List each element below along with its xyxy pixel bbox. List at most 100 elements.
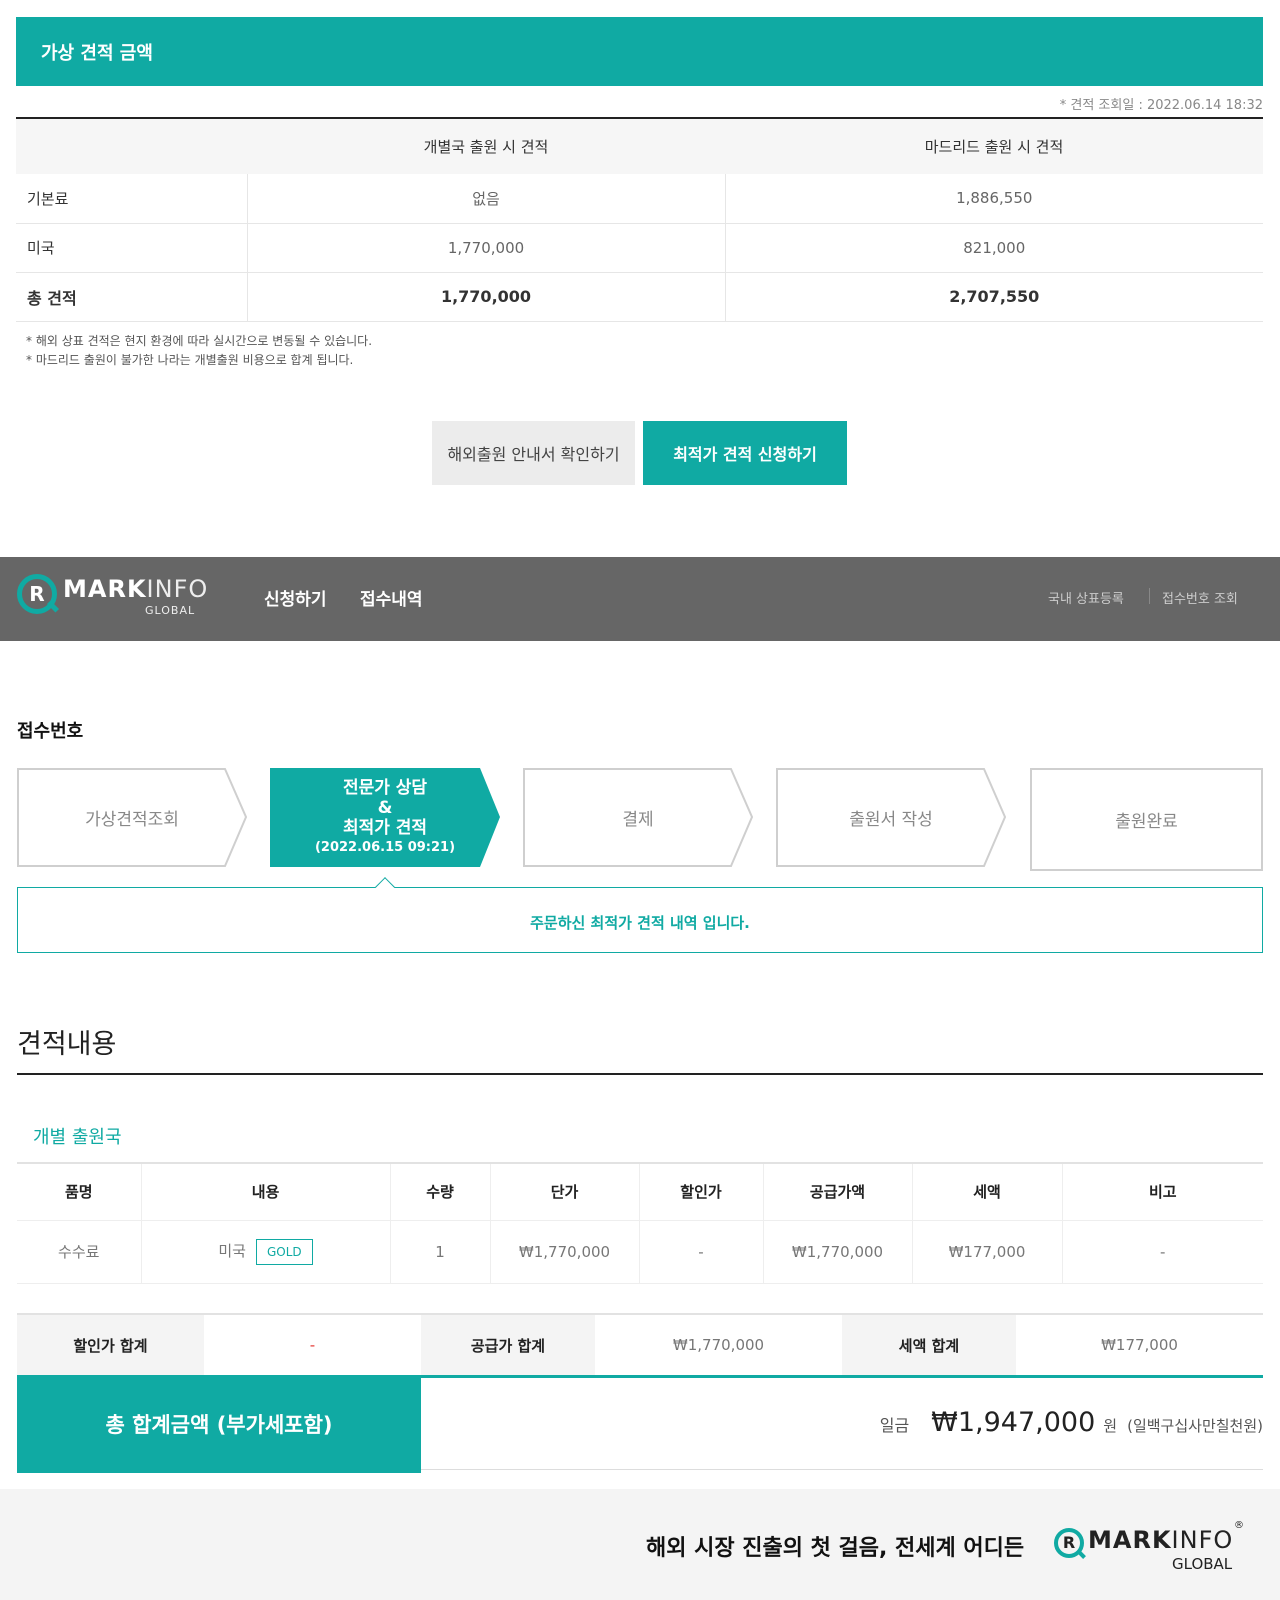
logo-sub: GLOBAL: [145, 604, 196, 617]
col-content: 내용: [141, 1164, 391, 1221]
nav-domestic-registration[interactable]: 국내 상표등록: [1048, 588, 1124, 607]
logo-bold: MARK: [63, 575, 147, 603]
gold-badge: GOLD: [255, 1238, 313, 1265]
registered-icon: ®: [1234, 1520, 1244, 1531]
request-quote-button[interactable]: 최적가 견적 신청하기: [643, 421, 847, 485]
order-message: 주문하신 최적가 견적 내역 입니다.: [530, 914, 750, 932]
step-consultation: 전문가 상담 & 최적가 견적 (2022.06.15 09:21): [270, 768, 500, 867]
order-message-box: 주문하신 최적가 견적 내역 입니다.: [17, 887, 1263, 953]
estimate-table: 개별국 출원 시 견적 마드리드 출원 시 견적 기본료 없음 1,886,55…: [16, 117, 1263, 322]
nav-history[interactable]: 접수내역: [360, 585, 423, 610]
row-label: 기본료: [16, 174, 248, 224]
step-line: 최적가 견적: [342, 817, 428, 838]
step-label: 출원완료: [1115, 812, 1178, 832]
item-country: 미국: [218, 1241, 246, 1260]
total-amount: ₩1,947,000: [931, 1407, 1096, 1438]
logo-tail-icon: [1076, 1549, 1086, 1559]
col-unit-price: 단가: [490, 1164, 640, 1221]
estimate-header-blank: [16, 119, 247, 174]
col-supply: 공급가액: [763, 1164, 913, 1221]
nav-divider: [1149, 588, 1150, 604]
note-line: * 해외 상표 견적은 현지 환경에 따라 실시간으로 변동될 수 있습니다.: [26, 334, 373, 348]
tax-total-value: ₩177,000: [1101, 1336, 1178, 1354]
item-tax: ₩177,000: [912, 1220, 1063, 1284]
step-active-label: 전문가 상담 & 최적가 견적 (2022.06.15 09:21): [315, 778, 455, 858]
item-content: 미국 GOLD: [141, 1220, 391, 1284]
logo-wordmark: MARKINFO: [63, 575, 208, 603]
col-madrid: 마드리드 출원 시 견적: [725, 119, 1263, 174]
col-discount: 할인가: [639, 1164, 764, 1221]
note-line: * 마드리드 출원이 불가한 나라는 개별출원 비용으로 합계 됩니다.: [26, 353, 354, 367]
row-label: 미국: [16, 223, 248, 273]
items-header-row: 품명 내용 수량 단가 할인가 공급가액 세액 비고: [17, 1164, 1263, 1221]
col-qty: 수량: [390, 1164, 491, 1221]
detail-subtitle: 개별 출원국: [33, 1127, 122, 1148]
receipt-title: 접수번호: [17, 721, 84, 742]
madrid-total: 2,707,550: [725, 272, 1263, 322]
madrid-value: 821,000: [725, 223, 1263, 273]
supply-total-value: ₩1,770,000: [672, 1336, 765, 1354]
divider: [17, 1073, 1263, 1075]
row-label: 총 견적: [16, 272, 248, 322]
step-application-form: 출원서 작성: [776, 768, 1006, 867]
summary-row: 할인가 합계 - 공급가 합계 ₩1,770,000 세액 합계 ₩177,00…: [17, 1313, 1263, 1375]
estimate-title: 가상 견적 금액: [41, 43, 153, 64]
step-label: 가상견적조회: [85, 810, 179, 830]
step-label: 결제: [622, 810, 654, 830]
logo-wordmark: MARKINFO: [1088, 1526, 1233, 1554]
total-korean: (일백구십사만칠천원): [1127, 1417, 1263, 1435]
estimate-header: 가상 견적 금액: [16, 17, 1263, 86]
markinfo-logo[interactable]: R MARKINFO GLOBAL: [17, 571, 207, 623]
top-navigation: R MARKINFO GLOBAL 신청하기 접수내역 국내 상표등록 접수번호…: [0, 557, 1280, 641]
table-row: 수수료 미국 GOLD 1 ₩1,770,000 - ₩1,770,000 ₩17…: [17, 1220, 1263, 1284]
step-virtual-estimate: 가상견적조회: [17, 768, 247, 867]
individual-value: 없음: [247, 174, 726, 224]
table-row: 기본료 없음 1,886,550: [16, 174, 1263, 224]
step-complete: 출원완료: [1030, 768, 1263, 871]
total-prefix: 일금: [879, 1416, 910, 1435]
total-unit: 원: [1103, 1417, 1118, 1435]
step-date: (2022.06.15 09:21): [314, 839, 456, 855]
item-qty: 1: [390, 1220, 491, 1284]
tax-total-label: 세액 합계: [842, 1315, 1016, 1375]
logo-light: INFO: [1171, 1526, 1234, 1554]
col-name: 품명: [17, 1164, 142, 1221]
col-individual: 개별국 출원 시 견적: [247, 119, 725, 174]
logo-tail-icon: [46, 600, 60, 613]
discount-total-value: -: [309, 1336, 316, 1354]
estimate-table-header: 개별국 출원 시 견적 마드리드 출원 시 견적: [16, 119, 1263, 174]
item-note: -: [1062, 1220, 1263, 1284]
discount-total-label: 할인가 합계: [17, 1315, 204, 1375]
supply-total-label: 공급가 합계: [421, 1315, 595, 1375]
guide-button[interactable]: 해외출원 안내서 확인하기: [432, 421, 635, 485]
nav-receipt-lookup[interactable]: 접수번호 조회: [1162, 588, 1238, 607]
logo-bold: MARK: [1088, 1526, 1172, 1554]
step-line: &: [377, 797, 393, 818]
items-table: 품명 내용 수량 단가 할인가 공급가액 세액 비고 수수료 미국 GOLD 1 …: [17, 1162, 1263, 1284]
grand-total-row: 총 합계금액 (부가세포함) 일금 ₩1,947,000 원 (일백구십사만칠천…: [17, 1375, 1263, 1473]
footer-logo: R MARKINFO GLOBAL ®: [1054, 1520, 1244, 1574]
footer: 해외 시장 진출의 첫 걸음, 전세계 어디든 R MARKINFO GLOBA…: [0, 1489, 1280, 1600]
logo-sub: GLOBAL: [1172, 1555, 1233, 1573]
step-line: 전문가 상담: [342, 777, 428, 798]
step-payment: 결제: [523, 768, 753, 867]
item-supply: ₩1,770,000: [763, 1220, 913, 1284]
estimate-notes: * 해외 상표 견적은 현지 환경에 따라 실시간으로 변동될 수 있습니다. …: [26, 332, 372, 370]
individual-total: 1,770,000: [247, 272, 726, 322]
item-unit-price: ₩1,770,000: [490, 1220, 640, 1284]
item-discount: -: [639, 1220, 764, 1284]
nav-apply[interactable]: 신청하기: [264, 585, 327, 610]
col-note: 비고: [1062, 1164, 1263, 1221]
grand-total-value: 일금 ₩1,947,000 원 (일백구십사만칠천원): [880, 1407, 1263, 1438]
detail-title: 견적내용: [17, 1029, 117, 1060]
footer-slogan: 해외 시장 진출의 첫 걸음, 전세계 어디든: [646, 1536, 1025, 1561]
table-row-total: 총 견적 1,770,000 2,707,550: [16, 272, 1263, 322]
step-label: 출원서 작성: [849, 810, 933, 830]
logo-light: INFO: [146, 575, 209, 603]
table-row: 미국 1,770,000 821,000: [16, 223, 1263, 273]
item-name: 수수료: [17, 1220, 142, 1284]
estimate-date: * 견적 조회일 : 2022.06.14 18:32: [1059, 98, 1263, 113]
grand-total-label: 총 합계금액 (부가세포함): [17, 1375, 421, 1473]
madrid-value: 1,886,550: [725, 174, 1263, 224]
individual-value: 1,770,000: [247, 223, 726, 273]
